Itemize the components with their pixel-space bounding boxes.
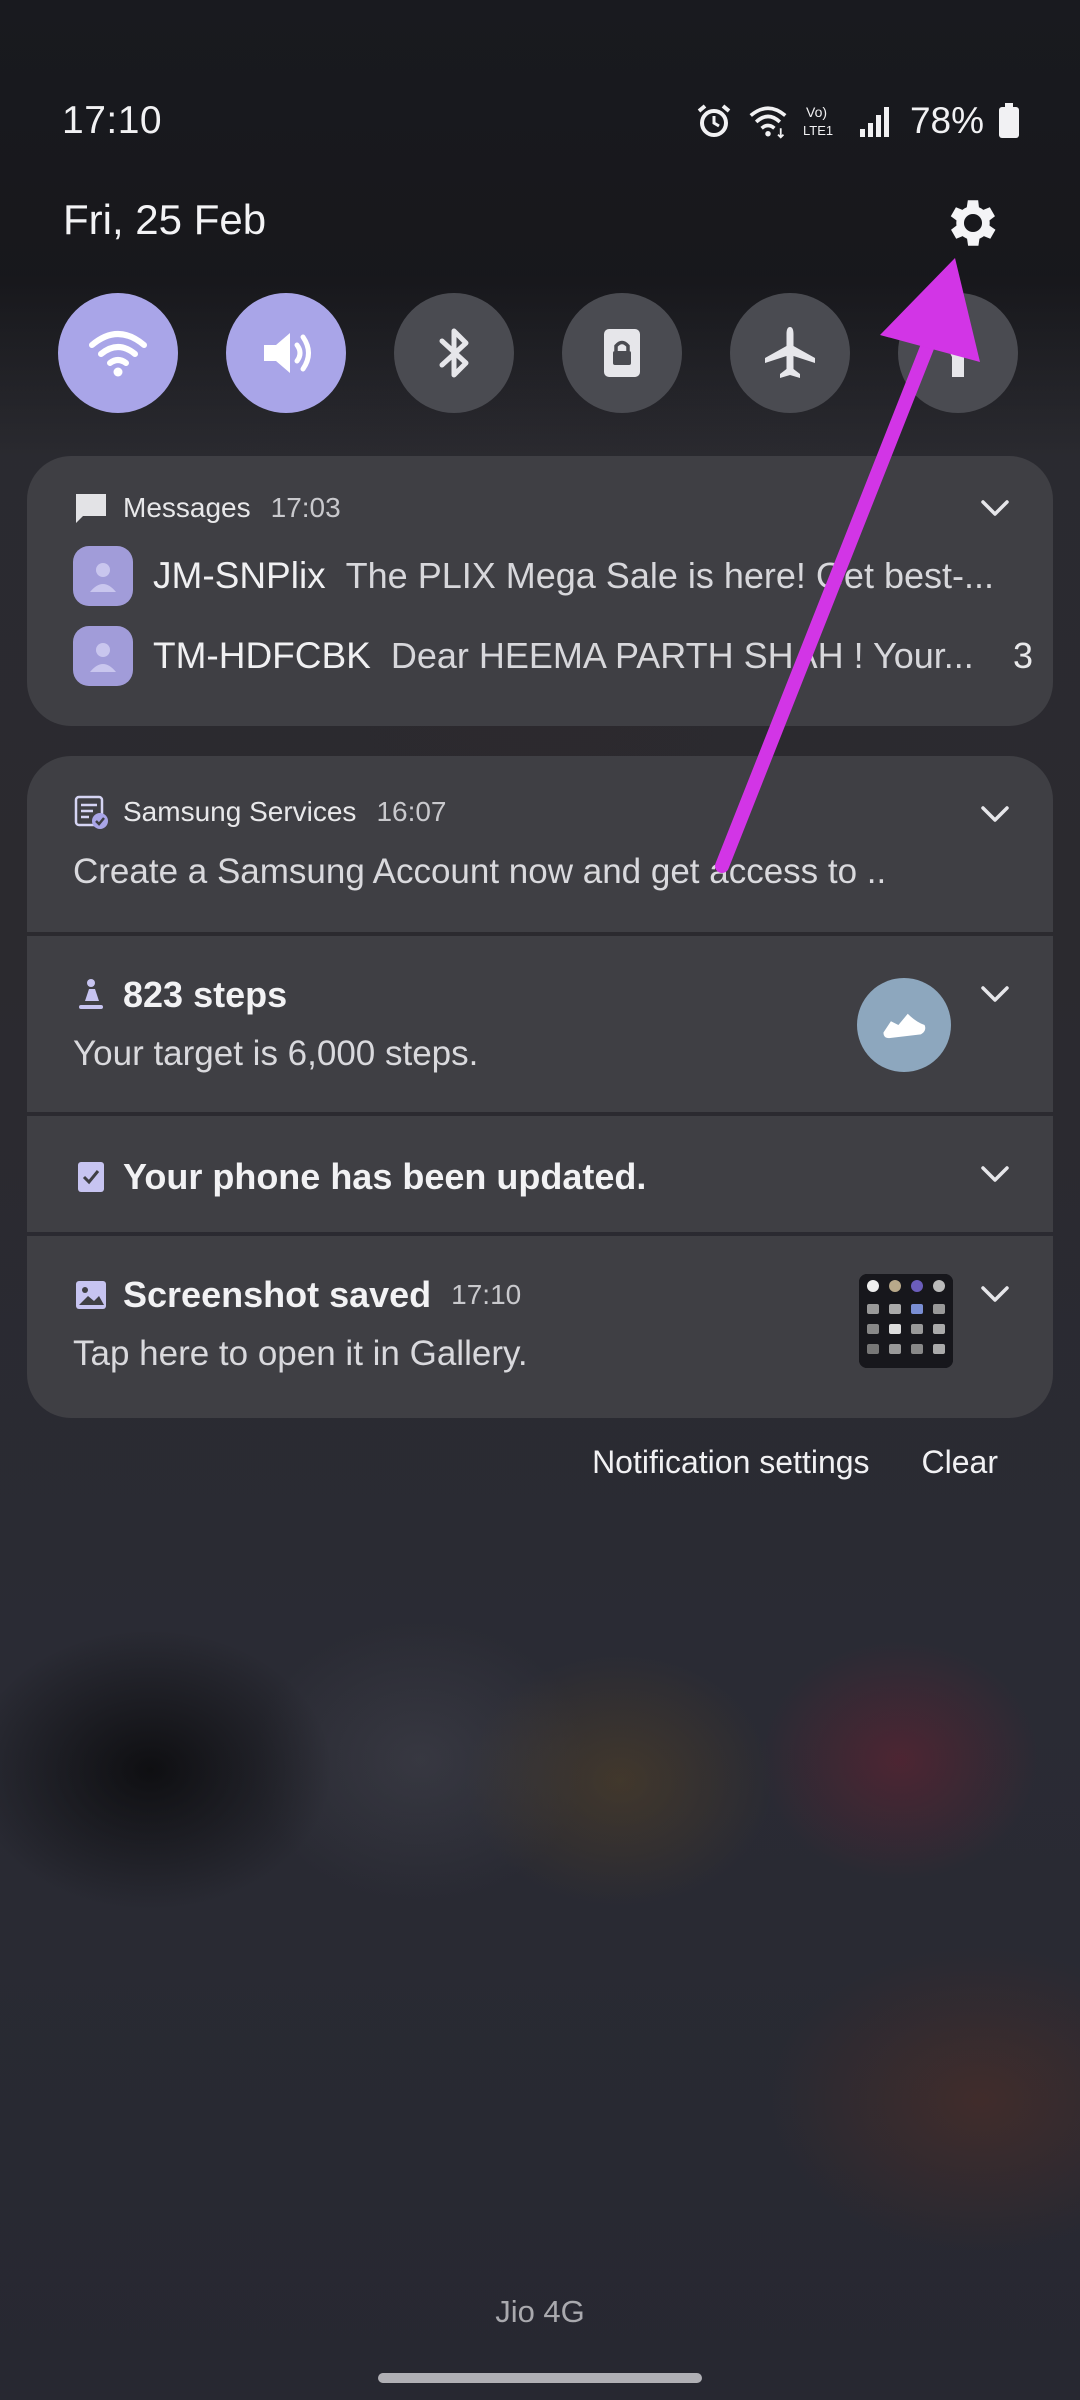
alarm-icon <box>697 104 731 137</box>
app-name: Messages <box>123 492 251 523</box>
shoe-button[interactable] <box>857 978 951 1072</box>
chevron-down-icon[interactable] <box>977 1156 1013 1192</box>
message-count: 3 <box>1012 635 1033 676</box>
avatar <box>73 626 133 686</box>
quick-settings-row <box>58 293 1018 413</box>
notification-body: Tap here to open it in Gallery. <box>73 1334 528 1373</box>
steps-title: 823 steps <box>123 974 288 1015</box>
message-item[interactable]: TM-HDFCBK Dear HEEMA PARTH SHAH ! Your..… <box>73 626 1033 686</box>
svg-text:LTE1: LTE1 <box>803 123 833 138</box>
flashlight-icon <box>944 327 972 377</box>
messages-header: Messages 17:03 <box>73 490 341 526</box>
gallery-icon <box>76 1281 106 1309</box>
battery-percent: 78% <box>909 100 984 141</box>
shoe-icon <box>883 1013 926 1039</box>
screenshot-thumbnail[interactable] <box>859 1274 953 1368</box>
date-label: Fri, 25 Feb <box>63 196 267 243</box>
airplane-icon <box>765 327 815 378</box>
flashlight-toggle[interactable] <box>898 293 1018 413</box>
gear-icon[interactable] <box>942 192 1004 254</box>
message-sender: JM-SNPlix <box>153 555 326 596</box>
samsung-services-icon <box>74 795 108 829</box>
person-icon <box>90 643 116 672</box>
walking-icon <box>79 979 103 1009</box>
wifi-icon <box>89 331 147 377</box>
notification-settings-button[interactable]: Notification settings <box>592 1444 869 1481</box>
rotation-lock-toggle[interactable] <box>562 293 682 413</box>
notification-actions: Notification settings Clear <box>592 1444 998 1481</box>
status-icons: Vo) LTE1 78% <box>694 100 1020 142</box>
home-indicator[interactable] <box>378 2373 702 2383</box>
steps-notification[interactable]: 823 steps Your target is 6,000 steps. <box>27 936 1053 1112</box>
message-preview: The PLIX Mega Sale is here! Get best-... <box>345 555 994 596</box>
notification-body: Create a Samsung Account now and get acc… <box>73 852 887 891</box>
wifi-icon <box>749 106 787 139</box>
status-bar: 17:10 Vo) LTE1 78% <box>62 96 1020 146</box>
app-name: Samsung Services <box>123 796 357 827</box>
avatar <box>73 546 133 606</box>
chevron-down-icon[interactable] <box>977 490 1013 526</box>
signal-icon <box>859 107 889 137</box>
steps-header: 823 steps <box>73 974 287 1016</box>
notification-time: 17:03 <box>270 492 341 523</box>
message-icon <box>76 494 106 523</box>
message-item[interactable]: JM-SNPlix The PLIX Mega Sale is here! Ge… <box>73 546 1033 606</box>
messages-notification[interactable]: Messages 17:03 JM-SNPlix The PLIX Mega S… <box>27 456 1053 726</box>
chevron-down-icon[interactable] <box>977 976 1013 1012</box>
thumbnail-grid-image <box>859 1274 953 1368</box>
update-title: Your phone has been updated. <box>123 1156 647 1197</box>
screenshot-notification[interactable]: Screenshot saved 17:10 Tap here to open … <box>27 1236 1053 1418</box>
samsung-header: Samsung Services 16:07 <box>73 794 447 830</box>
airplane-toggle[interactable] <box>730 293 850 413</box>
sound-toggle[interactable] <box>226 293 346 413</box>
chevron-down-icon[interactable] <box>977 1276 1013 1312</box>
notification-group: Samsung Services 16:07 Create a Samsung … <box>27 756 1053 1418</box>
notification-time: 17:10 <box>451 1279 522 1310</box>
speaker-icon <box>264 333 311 373</box>
screenshot-header: Screenshot saved 17:10 <box>73 1274 521 1316</box>
notification-time: 16:07 <box>376 796 447 827</box>
screenshot-title: Screenshot saved <box>123 1274 432 1315</box>
clear-button[interactable]: Clear <box>922 1444 998 1481</box>
battery-icon <box>999 103 1019 138</box>
notification-body: Your target is 6,000 steps. <box>73 1034 479 1073</box>
svg-text:Vo): Vo) <box>806 104 827 120</box>
volte-icon: Vo) LTE1 <box>803 104 833 138</box>
bluetooth-icon <box>439 328 469 378</box>
message-sender: TM-HDFCBK <box>153 635 371 676</box>
wifi-toggle[interactable] <box>58 293 178 413</box>
person-icon <box>90 563 116 592</box>
samsung-services-notification[interactable]: Samsung Services 16:07 Create a Samsung … <box>27 756 1053 932</box>
lock-icon <box>604 329 640 377</box>
carrier-label: Jio 4G <box>495 2294 585 2329</box>
update-check-icon <box>78 1162 104 1192</box>
bluetooth-toggle[interactable] <box>394 293 514 413</box>
update-header: Your phone has been updated. <box>73 1156 646 1198</box>
chevron-down-icon[interactable] <box>977 796 1013 832</box>
message-preview: Dear HEEMA PARTH SHAH ! Your... <box>390 635 974 676</box>
status-time: 17:10 <box>62 99 163 142</box>
update-notification[interactable]: Your phone has been updated. <box>27 1116 1053 1232</box>
